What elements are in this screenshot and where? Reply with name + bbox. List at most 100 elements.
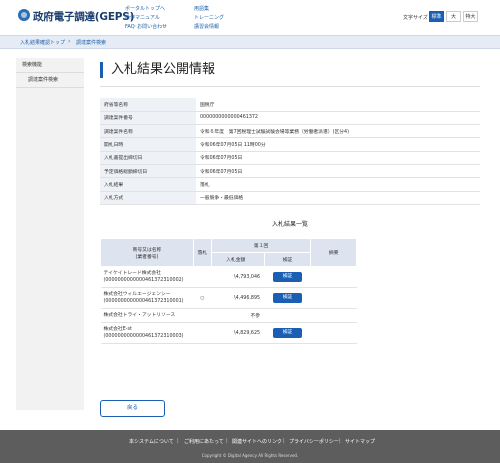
info-row: 入札方式 一般競争・最低価格 — [100, 191, 480, 205]
bid-amount: 不参 — [211, 308, 265, 323]
info-row: 開札日時 令和06年07月05日 11時00分 — [100, 137, 480, 152]
portal-top-link[interactable]: ポータルトップへ — [125, 5, 167, 14]
remarks-cell — [310, 322, 357, 344]
verify-button[interactable]: 検証 — [273, 328, 302, 338]
info-row: 調達案件名称 令和６年度 第7回税理士試験試験会場等業務（労働者派遣）(区分4) — [100, 124, 480, 139]
info-value: 国税庁 — [196, 98, 480, 112]
info-row: 入札結果 落札 — [100, 177, 480, 192]
bidder-name-cell: 株式会社トライ・アットリソース — [100, 308, 194, 323]
info-row: 調達案件番号 0000000000000461372 — [100, 111, 480, 126]
award-flag — [193, 266, 212, 288]
font-size-large-button[interactable]: 大 — [446, 11, 461, 22]
footer-link-sitemap[interactable]: サイトマップ — [345, 438, 375, 445]
bidder-code: (0000000000000461372310002) — [103, 278, 184, 283]
result-row: 株式会社トライ・アットリソース 不参 — [100, 308, 357, 323]
bid-amount: \4,829,625 — [211, 322, 265, 344]
verify-cell: 検証 — [264, 287, 311, 309]
col-verify-header: 検証 — [263, 252, 312, 267]
info-label: 入札結果 — [100, 177, 196, 192]
results-table: 商号又は名称 (業者番号) 落札 第１回 摘要 入札金額 検証 テイケイトレード… — [100, 238, 357, 344]
result-row: 株式会社ウィルエージェンシー (0000000000000461372310001… — [100, 287, 357, 309]
copyright: Copyright © Digital Agency All Rights Re… — [201, 453, 299, 458]
font-size-label: 文字サイズ — [403, 15, 428, 21]
footer-link-usage[interactable]: ご利用にあたって — [184, 438, 224, 445]
col-round-header: 第１回 — [210, 238, 312, 253]
award-flag — [193, 308, 212, 323]
info-label: 入札書提出締切日 — [100, 151, 196, 165]
font-size-standard-button[interactable]: 標準 — [429, 11, 444, 22]
verify-button[interactable]: 検証 — [273, 272, 302, 282]
remarks-cell — [310, 266, 357, 288]
col-flag-header: 落札 — [192, 238, 212, 267]
footer-link-about[interactable]: 本システムについて — [129, 438, 174, 445]
info-row: 入札書提出締切日 令和06年07月05日 — [100, 151, 480, 165]
geps-logo-icon[interactable] — [18, 9, 30, 21]
bid-amount: \4,496,895 — [211, 287, 265, 309]
bid-amount: \4,793,046 — [211, 266, 265, 288]
divider — [100, 86, 480, 87]
remarks-cell — [310, 308, 357, 323]
back-button[interactable]: 戻る — [100, 400, 165, 417]
results-title: 入札結果一覧 — [271, 221, 308, 228]
header: 政府電子調達(GEPS) ポータルトップへ 操作マニュアル FAQ･お問い合わせ… — [0, 0, 500, 35]
footer: 本システムについて | ご利用にあたって | 関連サイトへのリンク | プライバ… — [0, 430, 500, 463]
faq-link[interactable]: FAQ･お問い合わせ — [125, 23, 167, 32]
bidder-name-cell: テイケイトレード株式会社 (0000000000000461372310002) — [100, 266, 194, 288]
training-link[interactable]: トレーニング — [194, 14, 224, 23]
chevron-right-icon: › — [68, 38, 71, 45]
info-label: 調達案件名称 — [100, 124, 196, 139]
info-value: 令和６年度 第7回税理士試験試験会場等業務（労働者派遣）(区分4) — [196, 124, 480, 139]
info-value: 一般競争・最低価格 — [196, 191, 480, 205]
glossary-link[interactable]: 用語集 — [194, 5, 224, 14]
info-value: 落札 — [196, 177, 480, 192]
page-title: 入札結果公開情報 — [100, 62, 215, 78]
info-value: 令和06年07月05日 11時00分 — [196, 137, 480, 152]
footer-separator: | — [177, 438, 179, 444]
info-label: 入札方式 — [100, 191, 196, 205]
footer-link-privacy[interactable]: プライバシーポリシー — [289, 438, 339, 445]
footer-separator: | — [283, 438, 285, 444]
breadcrumb-results-top[interactable]: 入札結果確認トップ — [20, 39, 65, 46]
info-label: 調達案件番号 — [100, 111, 196, 126]
bidder-name-cell: 株式会社ウィルエージェンシー (0000000000000461372310001… — [100, 287, 194, 309]
seminar-link[interactable]: 講習会情報 — [194, 23, 224, 32]
info-label: 開札日時 — [100, 137, 196, 152]
header-nav-secondary: 用語集 トレーニング 講習会情報 — [194, 5, 224, 32]
info-row: 予定価格総額締切日 令和06年07月05日 — [100, 164, 480, 179]
info-row: 府省等名称 国税庁 — [100, 98, 480, 112]
bidder-name: テイケイトレード株式会社 — [103, 271, 161, 276]
info-value: 令和06年07月05日 — [196, 164, 480, 179]
header-nav-primary: ポータルトップへ 操作マニュアル FAQ･お問い合わせ — [125, 5, 167, 32]
col-note-header: 摘要 — [310, 238, 357, 267]
bidder-code: (0000000000000461372310001) — [103, 299, 184, 304]
info-label: 府省等名称 — [100, 98, 196, 112]
award-flag — [193, 322, 212, 344]
verify-cell: 検証 — [264, 322, 311, 344]
info-label: 予定価格総額締切日 — [100, 164, 196, 179]
font-size-xlarge-button[interactable]: 特大 — [463, 11, 478, 22]
footer-separator: | — [226, 438, 228, 444]
procurement-info-table: 府省等名称 国税庁 調達案件番号 0000000000000461372 調達案件名称令… — [100, 98, 480, 205]
footer-link-related-sites[interactable]: 関連サイトへのリンク — [232, 438, 282, 445]
col-name-header: 商号又は名称 (業者番号) — [100, 238, 194, 267]
bidder-code: (0000000000000461372310003) — [103, 334, 184, 339]
footer-separator: | — [339, 438, 341, 444]
col-amount-header: 入札金額 — [210, 252, 265, 267]
award-flag: ○ — [193, 287, 212, 309]
sidebar: 検索機能 調達案件検索 — [16, 58, 84, 410]
remarks-cell — [310, 287, 357, 309]
sidebar-item-search[interactable]: 調達案件検索 — [16, 73, 84, 88]
result-row: 株式会社E-st (0000000000000461372310003) \4,82… — [100, 322, 357, 344]
sidebar-heading: 検索機能 — [16, 58, 84, 73]
verify-button[interactable]: 検証 — [273, 293, 302, 303]
breadcrumb-search[interactable]: 調達案件検索 — [76, 39, 106, 46]
info-value: 令和06年07月05日 — [196, 151, 480, 165]
verify-cell: 検証 — [264, 266, 311, 288]
bidder-name: 株式会社トライ・アットリソース — [103, 313, 176, 318]
bidder-name: 株式会社E-st — [103, 327, 132, 332]
result-row: テイケイトレード株式会社 (0000000000000461372310002) \… — [100, 266, 357, 288]
breadcrumb: 入札結果確認トップ › 調達案件検索 — [0, 35, 500, 49]
verify-cell — [264, 308, 311, 323]
manual-link[interactable]: 操作マニュアル — [125, 14, 167, 23]
site-title[interactable]: 政府電子調達(GEPS) — [33, 9, 134, 24]
